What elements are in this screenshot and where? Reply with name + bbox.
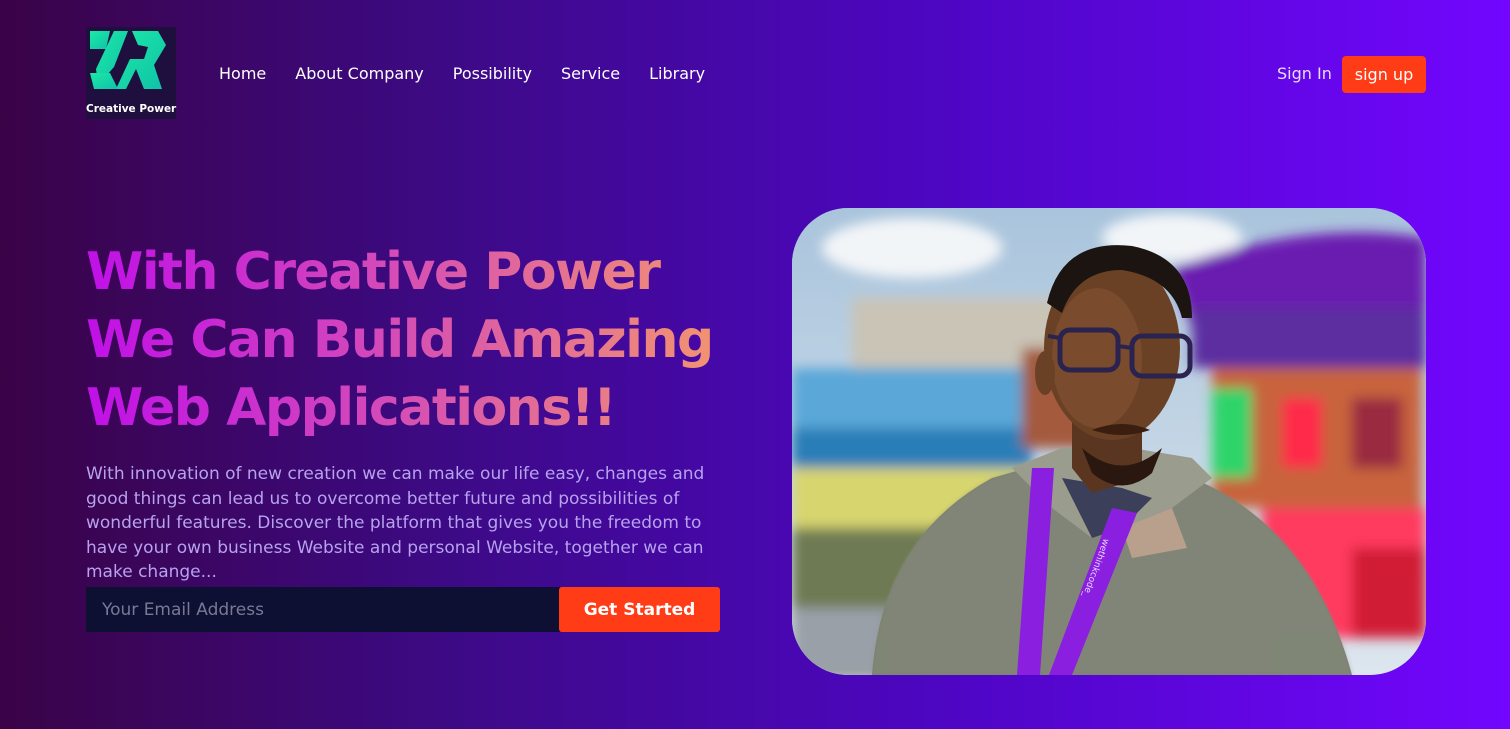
sign-up-button[interactable]: sign up <box>1342 56 1426 93</box>
hero-title: With Creative Power We Can Build Amazing… <box>86 238 746 442</box>
portrait-image: wethinkcode_ <box>792 208 1426 675</box>
hero-photo: wethinkcode_ <box>792 208 1426 675</box>
main-nav: Home About Company Possibility Service L… <box>219 64 734 84</box>
email-input[interactable] <box>86 587 560 632</box>
nav-item-service[interactable]: Service <box>561 64 620 84</box>
sign-in-link[interactable]: Sign In <box>1277 64 1332 84</box>
nav-item-possibility[interactable]: Possibility <box>453 64 532 84</box>
nav-item-home[interactable]: Home <box>219 64 266 84</box>
brand-name: Creative Power <box>86 103 177 115</box>
brand-logo[interactable]: Creative Power <box>86 27 176 119</box>
hero-description: With innovation of new creation we can m… <box>86 464 705 582</box>
nav-item-library[interactable]: Library <box>649 64 705 84</box>
zr-logo-icon <box>90 31 166 89</box>
nav-item-about-company[interactable]: About Company <box>295 64 424 84</box>
get-started-button[interactable]: Get Started <box>559 587 720 632</box>
